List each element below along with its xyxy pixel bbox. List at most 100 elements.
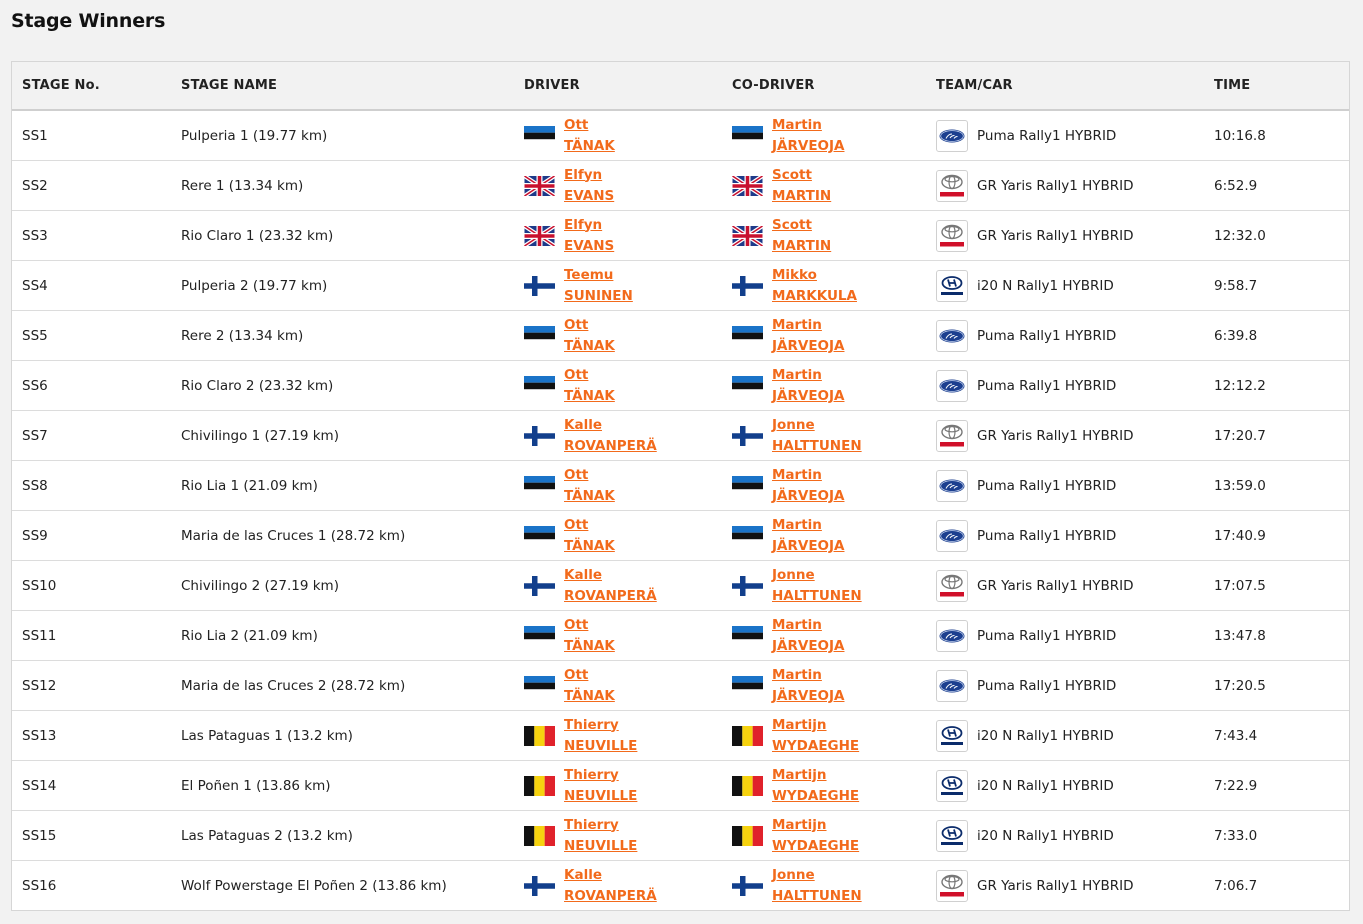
stage-name: Las Pataguas 1 (13.2 km)	[171, 710, 514, 761]
co-driver-last-name-link[interactable]: WYDAEGHE	[772, 736, 859, 757]
co-driver-first-name-link[interactable]: Martin	[772, 665, 844, 686]
table-row: SS8 Rio Lia 1 (21.09 km) Ott TÄNAK Marti…	[12, 460, 1349, 511]
co-driver-last-name-link[interactable]: JÄRVEOJA	[772, 386, 844, 407]
co-driver-first-name-link[interactable]: Jonne	[772, 415, 862, 436]
table-row: SS15 Las Pataguas 2 (13.2 km) Thierry NE…	[12, 810, 1349, 861]
driver-last-name-link[interactable]: NEUVILLE	[564, 786, 637, 807]
hyundai-logo	[936, 819, 968, 852]
co-driver-last-name-link[interactable]: HALTTUNEN	[772, 886, 862, 907]
co-driver-last-name-link[interactable]: JÄRVEOJA	[772, 486, 844, 507]
co-driver-last-name-link[interactable]: JÄRVEOJA	[772, 686, 844, 707]
belgium-flag	[732, 725, 763, 746]
driver-first-name-link[interactable]: Kalle	[564, 415, 657, 436]
table-row: SS7 Chivilingo 1 (27.19 km) Kalle ROVANP…	[12, 410, 1349, 461]
driver-last-name-link[interactable]: ROVANPERÄ	[564, 436, 657, 457]
driver-first-name-link[interactable]: Ott	[564, 665, 615, 686]
car-name: i20 N Rally1 HYBRID	[977, 827, 1114, 844]
co-driver-cell: Mikko MARKKULA	[722, 260, 926, 311]
car-name: Puma Rally1 HYBRID	[977, 477, 1117, 494]
co-driver-last-name-link[interactable]: JÄRVEOJA	[772, 136, 844, 157]
driver-last-name-link[interactable]: TÄNAK	[564, 336, 615, 357]
car-name: Puma Rally1 HYBRID	[977, 327, 1117, 344]
driver-first-name-link[interactable]: Ott	[564, 615, 615, 636]
co-driver-cell: Jonne HALTTUNEN	[722, 560, 926, 611]
team-car-cell: i20 N Rally1 HYBRID	[926, 710, 1204, 761]
co-driver-first-name-link[interactable]: Martin	[772, 115, 844, 136]
driver-first-name-link[interactable]: Ott	[564, 365, 615, 386]
co-driver-first-name-link[interactable]: Martin	[772, 615, 844, 636]
driver-first-name-link[interactable]: Ott	[564, 115, 615, 136]
co-driver-first-name-link[interactable]: Jonne	[772, 865, 862, 886]
table-row: SS1 Pulperia 1 (19.77 km) Ott TÄNAK Mart…	[12, 110, 1349, 161]
co-driver-first-name-link[interactable]: Martin	[772, 515, 844, 536]
driver-last-name-link[interactable]: TÄNAK	[564, 386, 615, 407]
driver-first-name-link[interactable]: Kalle	[564, 565, 657, 586]
co-driver-last-name-link[interactable]: JÄRVEOJA	[772, 336, 844, 357]
car-name: Puma Rally1 HYBRID	[977, 127, 1117, 144]
driver-first-name-link[interactable]: Elfyn	[564, 165, 614, 186]
stage-time: 13:59.0	[1204, 460, 1349, 511]
team-car-cell: GR Yaris Rally1 HYBRID	[926, 210, 1204, 261]
stage-time: 7:22.9	[1204, 760, 1349, 811]
driver-last-name-link[interactable]: ROVANPERÄ	[564, 886, 657, 907]
co-driver-last-name-link[interactable]: MARKKULA	[772, 286, 857, 307]
table-row: SS13 Las Pataguas 1 (13.2 km) Thierry NE…	[12, 710, 1349, 761]
uk-flag	[732, 225, 763, 246]
co-driver-last-name-link[interactable]: WYDAEGHE	[772, 836, 859, 857]
co-driver-first-name-link[interactable]: Mikko	[772, 265, 857, 286]
driver-last-name-link[interactable]: SUNINEN	[564, 286, 633, 307]
co-driver-first-name-link[interactable]: Martin	[772, 365, 844, 386]
stage-time: 6:52.9	[1204, 160, 1349, 211]
co-driver-first-name-link[interactable]: Jonne	[772, 565, 862, 586]
driver-cell: Kalle ROVANPERÄ	[514, 861, 722, 911]
finland-flag	[524, 575, 555, 596]
driver-last-name-link[interactable]: TÄNAK	[564, 486, 615, 507]
co-driver-last-name-link[interactable]: JÄRVEOJA	[772, 536, 844, 557]
driver-last-name-link[interactable]: TÄNAK	[564, 536, 615, 557]
driver-first-name-link[interactable]: Ott	[564, 315, 615, 336]
driver-last-name-link[interactable]: NEUVILLE	[564, 736, 637, 757]
co-driver-first-name-link[interactable]: Scott	[772, 215, 831, 236]
driver-last-name-link[interactable]: EVANS	[564, 236, 614, 257]
table-row: SS16 Wolf Powerstage El Poñen 2 (13.86 k…	[12, 861, 1349, 911]
driver-first-name-link[interactable]: Thierry	[564, 715, 637, 736]
stage-time: 7:06.7	[1214, 877, 1258, 894]
driver-cell: Teemu SUNINEN	[514, 260, 722, 311]
driver-first-name-link[interactable]: Ott	[564, 465, 615, 486]
co-driver-last-name-link[interactable]: WYDAEGHE	[772, 786, 859, 807]
driver-last-name-link[interactable]: EVANS	[564, 186, 614, 207]
stage-time: 6:39.8	[1204, 310, 1349, 361]
co-driver-first-name-link[interactable]: Martijn	[772, 765, 859, 786]
driver-last-name-link[interactable]: TÄNAK	[564, 136, 615, 157]
stage-time: 7:33.0	[1204, 810, 1349, 861]
hyundai-logo	[936, 769, 968, 802]
driver-first-name-link[interactable]: Teemu	[564, 265, 633, 286]
driver-first-name-link[interactable]: Thierry	[564, 765, 637, 786]
driver-last-name-link[interactable]: TÄNAK	[564, 636, 615, 657]
driver-first-name-link[interactable]: Thierry	[564, 815, 637, 836]
driver-first-name-link[interactable]: Ott	[564, 515, 615, 536]
driver-last-name-link[interactable]: NEUVILLE	[564, 836, 637, 857]
driver-last-name-link[interactable]: TÄNAK	[564, 686, 615, 707]
co-driver-cell: Scott MARTIN	[722, 160, 926, 211]
co-driver-last-name-link[interactable]: MARTIN	[772, 236, 831, 257]
co-driver-first-name-link[interactable]: Martin	[772, 465, 844, 486]
stage-name: Chivilingo 2 (27.19 km)	[171, 560, 514, 611]
co-driver-first-name-link[interactable]: Scott	[772, 165, 831, 186]
co-driver-last-name-link[interactable]: JÄRVEOJA	[772, 636, 844, 657]
car-name: GR Yaris Rally1 HYBRID	[977, 177, 1134, 194]
co-driver-last-name-link[interactable]: HALTTUNEN	[772, 436, 862, 457]
driver-first-name-link[interactable]: Kalle	[564, 865, 657, 886]
co-driver-cell: Martin JÄRVEOJA	[722, 310, 926, 361]
hyundai-logo	[936, 719, 968, 752]
co-driver-first-name-link[interactable]: Martijn	[772, 715, 859, 736]
finland-flag	[524, 875, 555, 896]
co-driver-last-name-link[interactable]: MARTIN	[772, 186, 831, 207]
driver-first-name-link[interactable]: Elfyn	[564, 215, 614, 236]
co-driver-first-name-link[interactable]: Martin	[772, 315, 844, 336]
co-driver-last-name-link[interactable]: HALTTUNEN	[772, 586, 862, 607]
co-driver-first-name-link[interactable]: Martijn	[772, 815, 859, 836]
stage-name: Rio Lia 1 (21.09 km)	[171, 460, 514, 511]
table-row: SS5 Rere 2 (13.34 km) Ott TÄNAK Martin J…	[12, 310, 1349, 361]
driver-last-name-link[interactable]: ROVANPERÄ	[564, 586, 657, 607]
